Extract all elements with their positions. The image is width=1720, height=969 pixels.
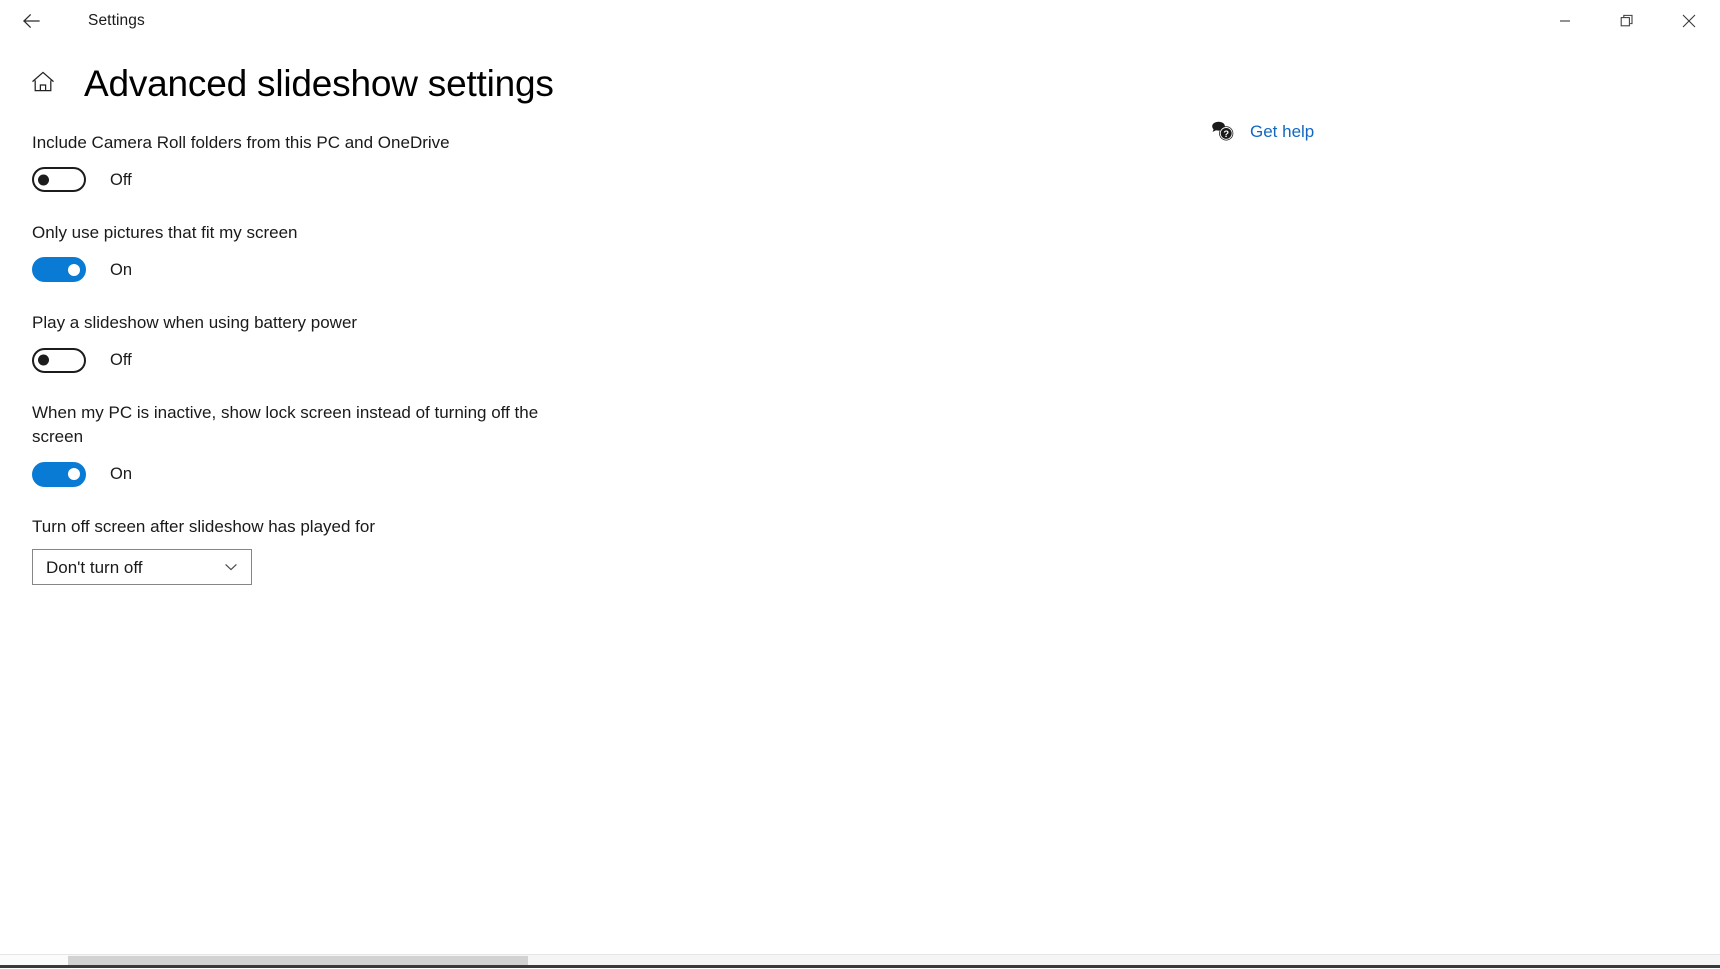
setting-label: When my PC is inactive, show lock screen… — [32, 401, 592, 449]
setting-fit-my-screen: Only use pictures that fit my screen On — [32, 221, 1720, 285]
toggle-row: Off — [32, 345, 1720, 375]
minimize-button[interactable] — [1534, 0, 1596, 42]
toggle-knob — [68, 468, 80, 480]
window-controls — [1534, 0, 1720, 42]
home-icon — [29, 68, 57, 101]
toggle-state-label: Off — [110, 352, 132, 369]
setting-include-camera-roll: Include Camera Roll folders from this PC… — [32, 131, 1720, 195]
turn-off-screen-dropdown[interactable]: Don't turn off — [32, 549, 252, 585]
title-bar: Settings — [0, 0, 1720, 42]
setting-label: Turn off screen after slideshow has play… — [32, 515, 592, 539]
toggle-knob — [38, 174, 49, 185]
settings-content: ? Get help Include Camera Roll folders f… — [0, 105, 1720, 586]
back-button[interactable] — [8, 2, 54, 40]
setting-lock-screen-when-inactive: When my PC is inactive, show lock screen… — [32, 401, 1720, 489]
app-title: Settings — [88, 13, 145, 29]
chevron-down-icon — [221, 557, 241, 577]
toggle-fit-my-screen[interactable] — [32, 257, 86, 282]
close-button[interactable] — [1658, 0, 1720, 42]
dropdown-selected-value: Don't turn off — [46, 559, 143, 576]
toggle-row: Off — [32, 165, 1720, 195]
page-header: Advanced slideshow settings — [0, 64, 1720, 105]
restore-icon — [1620, 14, 1634, 28]
toggle-row: On — [32, 459, 1720, 489]
setting-label: Only use pictures that fit my screen — [32, 221, 592, 245]
setting-label: Include Camera Roll folders from this PC… — [32, 131, 592, 155]
toggle-state-label: On — [110, 262, 132, 279]
toggle-knob — [68, 264, 80, 276]
help-bubble-icon: ? — [1210, 119, 1236, 145]
minimize-icon — [1559, 15, 1571, 27]
page-title: Advanced slideshow settings — [84, 64, 554, 105]
svg-text:?: ? — [1223, 128, 1229, 139]
toggle-state-label: On — [110, 466, 132, 483]
home-button[interactable] — [28, 69, 58, 99]
setting-battery-power: Play a slideshow when using battery powe… — [32, 311, 1720, 375]
toggle-lock-screen-when-inactive[interactable] — [32, 462, 86, 487]
setting-label: Play a slideshow when using battery powe… — [32, 311, 592, 335]
toggle-row: On — [32, 255, 1720, 285]
back-arrow-icon — [20, 10, 42, 32]
toggle-battery-power[interactable] — [32, 348, 86, 373]
restore-button[interactable] — [1596, 0, 1658, 42]
get-help-link[interactable]: ? Get help — [1210, 119, 1314, 145]
close-icon — [1682, 14, 1696, 28]
toggle-state-label: Off — [110, 172, 132, 189]
toggle-knob — [38, 355, 49, 366]
toggle-include-camera-roll[interactable] — [32, 167, 86, 192]
get-help-label: Get help — [1250, 123, 1314, 140]
setting-turn-off-screen-after: Turn off screen after slideshow has play… — [32, 515, 1720, 585]
